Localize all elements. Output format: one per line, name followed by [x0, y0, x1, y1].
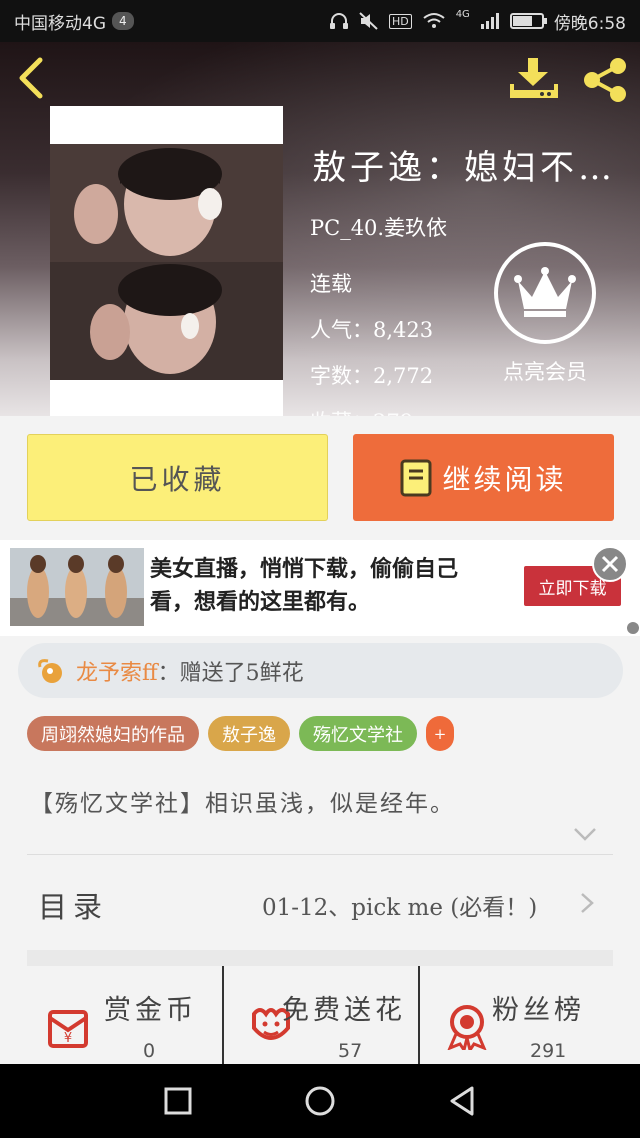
notification-count: 4: [112, 12, 134, 30]
vip-label: 点亮会员: [503, 360, 587, 384]
chevron-down-icon: [574, 828, 596, 841]
mute-icon: [359, 12, 378, 30]
toc-label: 目录: [38, 890, 109, 924]
red-envelope-icon: ¥: [48, 1010, 88, 1048]
back-button[interactable]: [14, 56, 54, 100]
gift-message: ：赠送了5鲜花: [157, 660, 304, 686]
reward-coins-count: 0: [143, 1040, 156, 1062]
carrier: 中国移动4G 4: [14, 9, 134, 34]
chevron-right-icon: [581, 893, 594, 913]
book-actions: 已收藏 继续阅读: [0, 416, 640, 538]
section-divider: [27, 950, 613, 966]
book-header: 敖子逸：媳妇不… PC_40.姜玖依 连载 人气：8,423 字数：2,772 …: [0, 42, 640, 416]
ad-banner[interactable]: 美女直播，悄悄下载，偷偷自己看，想看的这里都有。 立即下载: [0, 540, 640, 636]
medal-icon: [447, 1005, 487, 1050]
network-type: 4G: [455, 8, 470, 20]
tag-item[interactable]: 周翊然媳妇的作品: [27, 716, 199, 751]
expand-intro-button[interactable]: [573, 826, 597, 842]
signal-icon: [480, 13, 499, 29]
triangle-back-icon[interactable]: [446, 1084, 480, 1118]
carrier-name: 中国移动4G: [14, 13, 106, 34]
wifi-icon: [423, 13, 445, 28]
tag-list: 周翊然媳妇的作品 敖子逸 殇忆文学社 +: [27, 716, 454, 751]
book-stats: ¥ 赏金币 0 免费送花 57 粉丝榜 291: [0, 966, 640, 1064]
navigation-bar: [0, 1064, 640, 1138]
status-time: 傍晚6:58: [553, 13, 626, 34]
collected-label: 已收藏: [129, 462, 226, 496]
flower-icon: [38, 658, 62, 683]
continue-reading-button[interactable]: 继续阅读: [353, 434, 614, 521]
download-button[interactable]: [508, 56, 560, 100]
book-intro: 【殇忆文学社】相识虽浅，似是经年。: [30, 791, 455, 817]
status-icons: HD 4G 傍晚6:58: [329, 9, 626, 34]
circle-home-icon[interactable]: [303, 1084, 337, 1118]
cover-photo: [50, 144, 283, 380]
headphones-icon: [329, 13, 348, 29]
chevron-left-icon: [19, 57, 43, 99]
battery-icon: [509, 13, 547, 29]
crown-icon: [514, 267, 576, 317]
ad-text: 美女直播，悄悄下载，偷偷自己看，想看的这里都有。: [150, 556, 459, 614]
tag-item[interactable]: 敖子逸: [208, 716, 290, 751]
book-popularity: 人气：8,423: [310, 318, 434, 342]
close-icon: [601, 555, 619, 573]
download-icon: [510, 58, 558, 98]
fan-ranking-count: 291: [530, 1040, 567, 1062]
latest-chapter: 01-12、pick me (必看！): [262, 895, 538, 921]
book-title: 敖子逸：媳妇不…: [312, 148, 616, 188]
collected-button[interactable]: 已收藏: [27, 434, 328, 521]
reward-coins-label: 赏金币: [104, 995, 197, 1026]
fan-ranking-label: 粉丝榜: [492, 995, 585, 1026]
divider: [27, 854, 613, 855]
hd-badge: HD: [388, 13, 412, 29]
square-recent-icon[interactable]: [161, 1084, 195, 1118]
ad-image: [10, 548, 144, 626]
gift-sender[interactable]: 龙予索ff: [76, 655, 158, 687]
fan-ranking-button[interactable]: 粉丝榜 291: [418, 966, 640, 1064]
book-author[interactable]: PC_40.姜玖依: [310, 212, 447, 242]
share-button[interactable]: [580, 56, 630, 104]
svg-text:¥: ¥: [64, 1031, 72, 1046]
book-icon: [400, 459, 432, 496]
book-cover[interactable]: [50, 106, 283, 416]
reward-coins-button[interactable]: ¥ 赏金币 0: [0, 966, 222, 1064]
add-tag-button[interactable]: +: [426, 716, 454, 751]
free-flowers-label: 免费送花: [282, 995, 406, 1026]
toc-arrow: [580, 892, 594, 914]
book-word-count: 字数：2,772: [310, 364, 434, 388]
gift-notice: 龙予索ff ：赠送了5鲜花: [18, 643, 623, 698]
book-collections: 收藏：279: [310, 406, 413, 416]
status-bar: 中国移动4G 4 HD 4G 傍晚6:58: [0, 0, 640, 42]
vip-button[interactable]: 点亮会员: [490, 242, 600, 386]
ad-close-button[interactable]: [592, 546, 628, 582]
continue-label: 继续阅读: [442, 462, 567, 496]
tag-item[interactable]: 殇忆文学社: [299, 716, 417, 751]
vip-badge: [494, 242, 596, 344]
share-icon: [584, 58, 626, 102]
ad-info-icon[interactable]: [627, 622, 639, 634]
free-flowers-button[interactable]: 免费送花 57: [222, 966, 418, 1064]
table-of-contents-row[interactable]: 目录 01-12、pick me (必看！): [0, 856, 640, 950]
book-status: 连载: [310, 272, 352, 296]
free-flowers-count: 57: [338, 1040, 363, 1062]
